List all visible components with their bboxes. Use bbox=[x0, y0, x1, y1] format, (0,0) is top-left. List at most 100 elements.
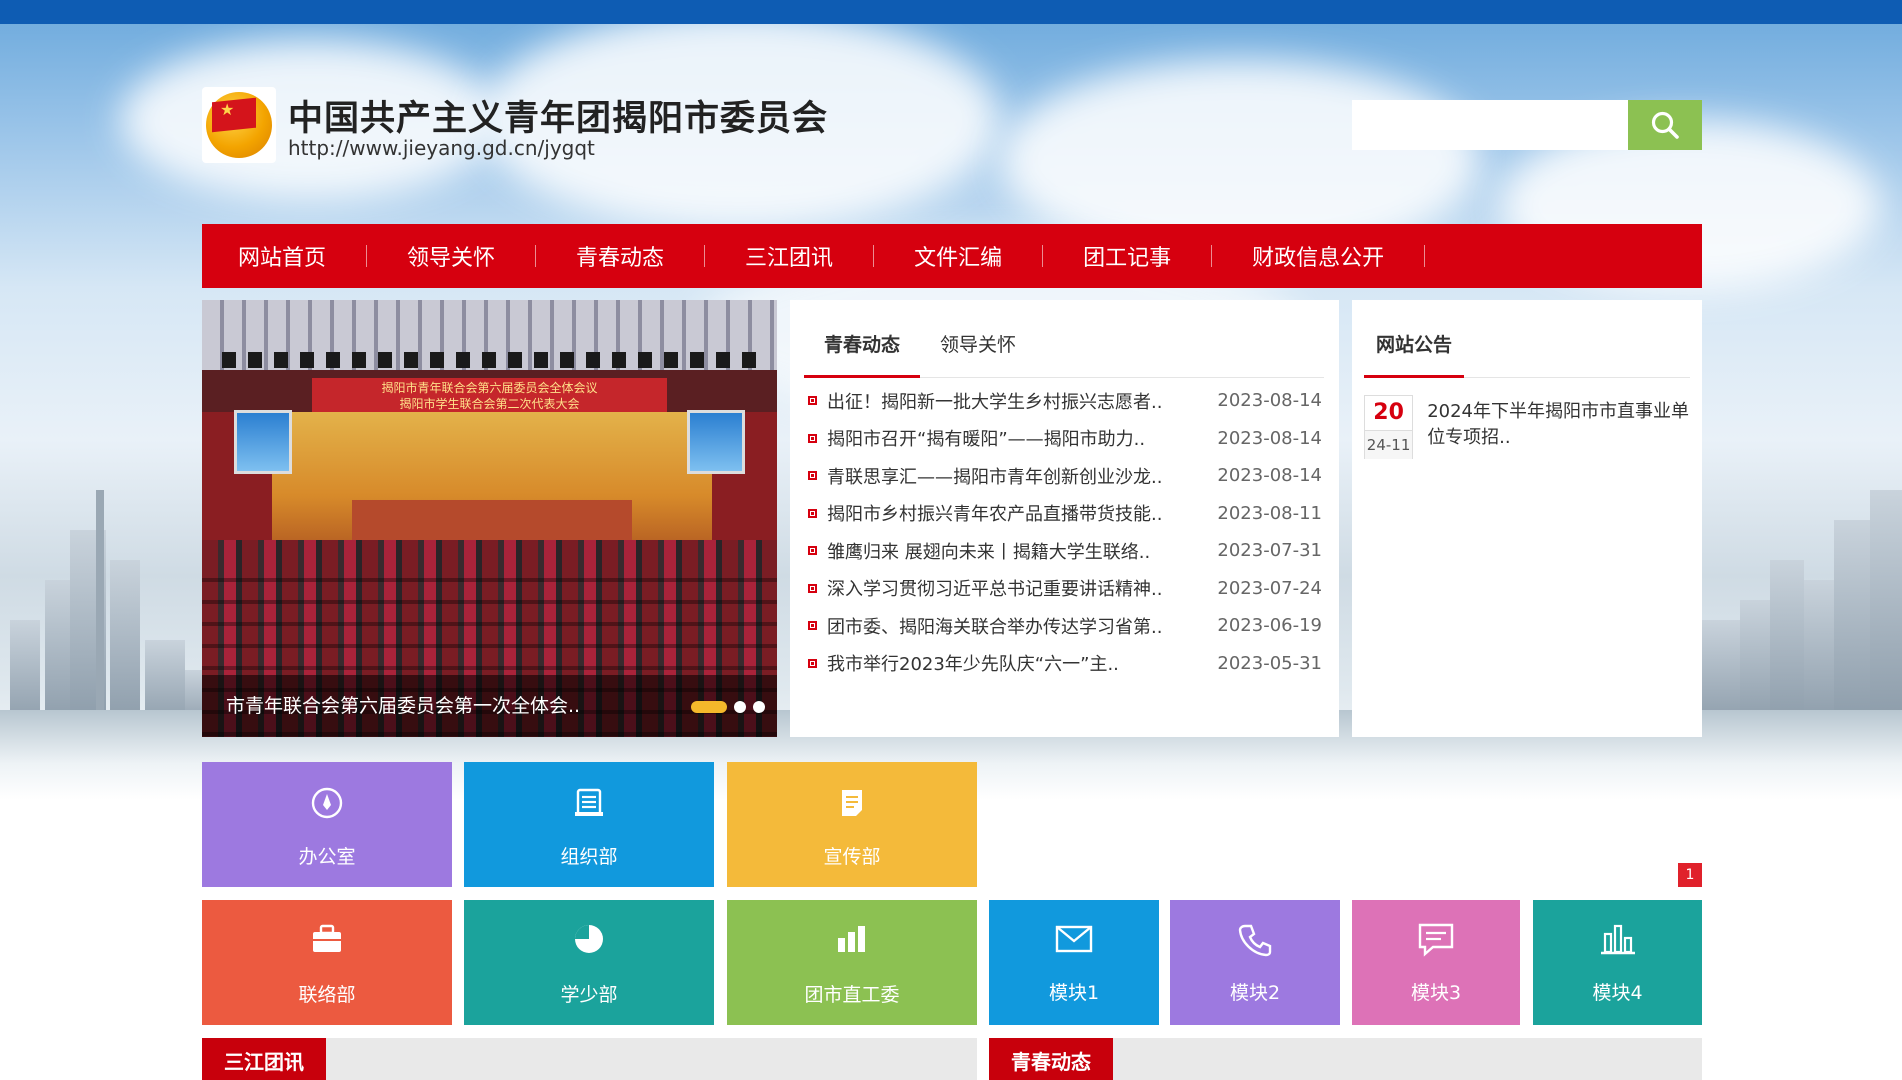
news-title[interactable]: 我市举行2023年少先队庆“六一”主.. bbox=[827, 650, 1204, 676]
news-title[interactable]: 揭阳市召开“揭有暖阳”——揭阳市助力.. bbox=[827, 425, 1204, 451]
bullet-icon bbox=[808, 396, 817, 406]
tile-label: 模块1 bbox=[1048, 982, 1100, 1004]
news-panel: 青春动态 领导关怀 出征！揭阳新一批大学生乡村振兴志愿者.. 2023-08-14… bbox=[790, 300, 1339, 737]
nav-divider bbox=[704, 245, 706, 267]
notice-date-box: 20 24-11 bbox=[1364, 395, 1414, 459]
tile-label: 办公室 bbox=[298, 846, 356, 868]
nav-finance-disclosure[interactable]: 财政信息公开 bbox=[1252, 224, 1384, 288]
notice-item[interactable]: 20 24-11 2024年下半年揭阳市市直事业单位专项招.. bbox=[1364, 395, 1690, 459]
bullet-icon bbox=[808, 508, 817, 518]
youth-news-section: 青春动态 bbox=[989, 1038, 1702, 1080]
news-title[interactable]: 深入学习贯彻习近平总书记重要讲话精神.. bbox=[827, 575, 1204, 601]
nav-youth-news[interactable]: 青春动态 bbox=[576, 224, 664, 288]
tile-module-1[interactable]: 模块1 bbox=[989, 900, 1159, 1025]
bullet-icon bbox=[808, 583, 817, 593]
news-title[interactable]: 雏鹰归来 展翅向未来丨揭籍大学生联络.. bbox=[827, 538, 1204, 564]
bullet-icon bbox=[808, 546, 817, 556]
slider-pagination bbox=[691, 701, 765, 713]
nav-divider bbox=[366, 245, 368, 267]
chat-icon bbox=[1418, 923, 1454, 957]
news-title[interactable]: 青联思享汇——揭阳市青年创新创业沙龙.. bbox=[827, 463, 1204, 489]
tile-label: 模块3 bbox=[1410, 982, 1462, 1004]
nav-divider bbox=[1424, 245, 1426, 267]
nav-sanjiang-news[interactable]: 三江团讯 bbox=[745, 224, 833, 288]
news-list-item[interactable]: 揭阳市召开“揭有暖阳”——揭阳市助力.. 2023-08-14 bbox=[808, 420, 1322, 458]
tile-module-2[interactable]: 模块2 bbox=[1170, 900, 1340, 1025]
news-list-item[interactable]: 深入学习贯彻习近平总书记重要讲话精神.. 2023-07-24 bbox=[808, 570, 1322, 608]
nav-documents[interactable]: 文件汇编 bbox=[914, 224, 1002, 288]
section-title[interactable]: 三江团讯 bbox=[202, 1038, 326, 1080]
slider-dot-1[interactable] bbox=[691, 701, 727, 713]
note-icon bbox=[842, 790, 862, 816]
tile-label: 联络部 bbox=[298, 984, 356, 1006]
news-list: 出征！揭阳新一批大学生乡村振兴志愿者.. 2023-08-14 揭阳市召开“揭有暖… bbox=[808, 382, 1322, 682]
slider-dot-2[interactable] bbox=[734, 701, 746, 713]
mail-icon bbox=[1055, 925, 1093, 953]
tile-liaison[interactable]: 联络部 bbox=[202, 900, 452, 1025]
tab-youth-news[interactable]: 青春动态 bbox=[804, 322, 921, 378]
bar-chart-icon bbox=[838, 926, 865, 952]
notice-panel: 网站公告 20 24-11 2024年下半年揭阳市市直事业单位专项招.. bbox=[1352, 300, 1702, 737]
bullet-icon bbox=[808, 471, 817, 481]
news-date: 2023-08-11 bbox=[1217, 502, 1322, 524]
news-date: 2023-06-19 bbox=[1217, 615, 1322, 637]
tile-module-4[interactable]: 模块4 bbox=[1533, 900, 1702, 1025]
search-input[interactable] bbox=[1352, 100, 1628, 150]
nav-divider bbox=[1042, 245, 1044, 267]
site-url: http://www.jieyang.gd.cn/jygqt bbox=[288, 136, 595, 160]
tile-office[interactable]: 办公室 bbox=[202, 762, 452, 887]
notification-badge[interactable]: 1 bbox=[1678, 863, 1702, 887]
news-date: 2023-05-31 bbox=[1217, 652, 1322, 674]
news-list-item[interactable]: 我市举行2023年少先队庆“六一”主.. 2023-05-31 bbox=[808, 645, 1322, 683]
search-button[interactable] bbox=[1628, 100, 1702, 150]
site-logo[interactable]: ★ bbox=[202, 87, 276, 163]
news-date: 2023-07-31 bbox=[1217, 540, 1322, 562]
league-emblem-icon: ★ bbox=[206, 92, 272, 158]
news-slider[interactable]: 揭阳市青年联合会第六届委员会全体会议 揭阳市学生联合会第二次代表大会 市青年联合… bbox=[202, 300, 777, 737]
news-list-item[interactable]: 雏鹰归来 展翅向未来丨揭籍大学生联络.. 2023-07-31 bbox=[808, 532, 1322, 570]
news-list-item[interactable]: 揭阳市乡村振兴青年农产品直播带货技能.. 2023-08-11 bbox=[808, 495, 1322, 533]
top-bar bbox=[0, 0, 1902, 24]
tile-label: 组织部 bbox=[560, 846, 618, 868]
tile-label: 模块4 bbox=[1592, 982, 1643, 1004]
search-icon bbox=[1651, 111, 1679, 139]
pie-chart-icon bbox=[575, 925, 603, 953]
nav-divider bbox=[873, 245, 875, 267]
tile-municipal-committee[interactable]: 团市直工委 bbox=[727, 900, 977, 1025]
news-title[interactable]: 出征！揭阳新一批大学生乡村振兴志愿者.. bbox=[827, 388, 1204, 414]
notice-year-month: 24-11 bbox=[1365, 430, 1413, 459]
nav-league-records[interactable]: 团工记事 bbox=[1083, 224, 1171, 288]
tile-label: 学少部 bbox=[560, 984, 618, 1006]
bullet-icon bbox=[808, 433, 817, 443]
tile-label: 团市直工委 bbox=[804, 984, 900, 1006]
notice-text[interactable]: 2024年下半年揭阳市市直事业单位专项招.. bbox=[1427, 399, 1690, 459]
slider-dot-3[interactable] bbox=[753, 701, 765, 713]
notice-header: 网站公告 bbox=[1364, 322, 1690, 378]
phone-icon bbox=[1238, 924, 1272, 957]
tile-label: 模块2 bbox=[1229, 982, 1281, 1004]
tile-publicity[interactable]: 宣传部 bbox=[727, 762, 977, 887]
news-title[interactable]: 揭阳市乡村振兴青年农产品直播带货技能.. bbox=[827, 500, 1204, 526]
news-list-item[interactable]: 出征！揭阳新一批大学生乡村振兴志愿者.. 2023-08-14 bbox=[808, 382, 1322, 420]
nav-leadership-care[interactable]: 领导关怀 bbox=[407, 224, 495, 288]
notice-title[interactable]: 网站公告 bbox=[1364, 322, 1465, 378]
tile-label: 宣传部 bbox=[823, 846, 881, 868]
notice-day: 20 bbox=[1373, 400, 1404, 425]
tab-leadership-care[interactable]: 领导关怀 bbox=[920, 322, 1036, 378]
bullet-icon bbox=[808, 621, 817, 631]
news-title[interactable]: 团市委、揭阳海关联合举办传达学习省第.. bbox=[827, 613, 1204, 639]
document-stack-icon bbox=[575, 788, 603, 816]
tile-youth-pioneers[interactable]: 学少部 bbox=[464, 900, 714, 1025]
tile-module-3[interactable]: 模块3 bbox=[1352, 900, 1520, 1025]
news-date: 2023-08-14 bbox=[1217, 390, 1322, 412]
news-list-item[interactable]: 团市委、揭阳海关联合举办传达学习省第.. 2023-06-19 bbox=[808, 607, 1322, 645]
tile-organization[interactable]: 组织部 bbox=[464, 762, 714, 887]
bullet-icon bbox=[808, 658, 817, 668]
section-title[interactable]: 青春动态 bbox=[989, 1038, 1113, 1080]
news-list-item[interactable]: 青联思享汇——揭阳市青年创新创业沙龙.. 2023-08-14 bbox=[808, 457, 1322, 495]
nav-home[interactable]: 网站首页 bbox=[238, 224, 326, 288]
sanjiang-news-section: 三江团讯 bbox=[202, 1038, 977, 1080]
nav-divider bbox=[535, 245, 537, 267]
slide-stage-banner: 揭阳市青年联合会第六届委员会全体会议 揭阳市学生联合会第二次代表大会 bbox=[312, 378, 667, 412]
nav-divider bbox=[1211, 245, 1213, 267]
